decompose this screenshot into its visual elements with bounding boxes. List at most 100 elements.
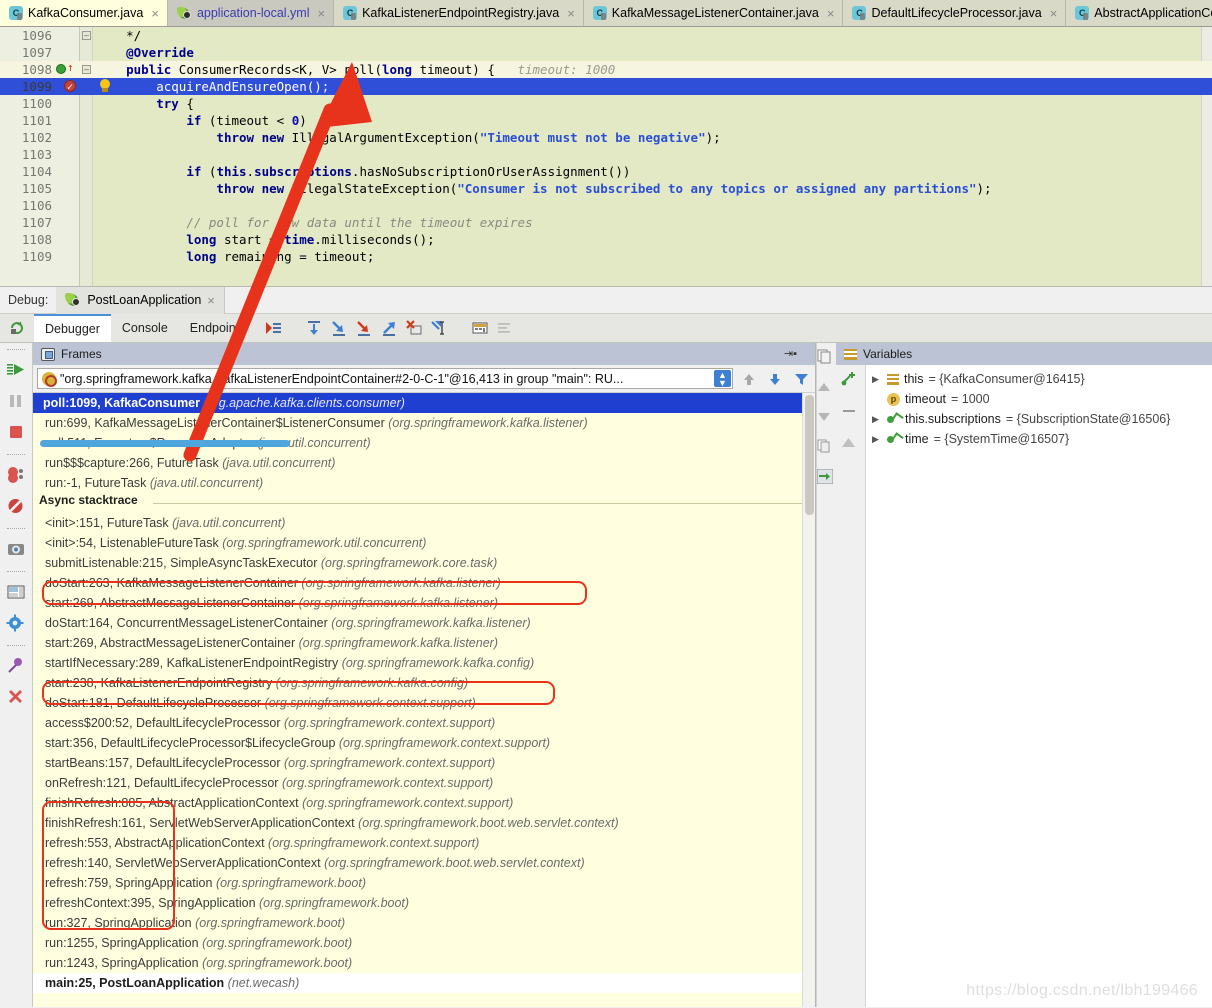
close-icon[interactable]: × xyxy=(207,293,215,308)
close-icon[interactable]: × xyxy=(318,7,326,20)
code-line[interactable]: 1108 long start = time.milliseconds(); xyxy=(0,231,1212,248)
frame-row[interactable]: poll:1099, KafkaConsumer (org.apache.kaf… xyxy=(33,393,815,413)
frame-row[interactable]: start:269, AbstractMessageListenerContai… xyxy=(33,633,815,653)
copy-icon[interactable] xyxy=(817,439,837,459)
frame-row[interactable]: doStart:164, ConcurrentMessageListenerCo… xyxy=(33,613,815,633)
rerun-button[interactable] xyxy=(0,314,34,342)
code-line[interactable]: 1106 xyxy=(0,197,1212,214)
code-line[interactable]: 1109 long remaining = timeout; xyxy=(0,248,1212,265)
arrow-down-icon[interactable] xyxy=(765,369,785,389)
mute-breakpoints-icon[interactable] xyxy=(6,497,26,517)
updown-arrows-icon[interactable]: ▲ ▼ xyxy=(714,370,731,387)
frame-row[interactable]: main:25, PostLoanApplication (net.wecash… xyxy=(33,973,815,993)
breakpoint-icon[interactable] xyxy=(64,79,76,96)
frame-row[interactable]: startBeans:157, DefaultLifecycleProcesso… xyxy=(33,753,815,773)
frame-row[interactable]: access$200:52, DefaultLifecycleProcessor… xyxy=(33,713,815,733)
add-watch-icon[interactable] xyxy=(841,371,861,391)
editor-tab-defaultlifecycleprocessor[interactable]: C DefaultLifecycleProcessor.java × xyxy=(843,0,1067,26)
pin-icon[interactable]: ⇥▪ xyxy=(784,347,797,360)
resume-program-icon[interactable] xyxy=(6,361,26,381)
tab-console[interactable]: Console xyxy=(110,314,179,342)
view-breakpoints-icon[interactable] xyxy=(6,466,26,486)
thread-selector[interactable]: "org.springframework.kafka.KafkaListener… xyxy=(37,368,733,389)
frame-row[interactable]: run:-1, FutureTask (java.util.concurrent… xyxy=(33,473,815,493)
pin-tab-icon[interactable] xyxy=(6,657,26,677)
close-icon[interactable] xyxy=(6,688,26,708)
scroll-up-icon[interactable] xyxy=(817,379,837,399)
mute-breakpoints-icon[interactable] xyxy=(496,319,514,337)
camera-snapshot-icon[interactable] xyxy=(6,540,26,560)
frame-row[interactable]: start:356, DefaultLifecycleProcessor$Lif… xyxy=(33,733,815,753)
pause-program-icon[interactable] xyxy=(6,392,26,412)
scroll-down-icon[interactable] xyxy=(817,409,837,429)
code-line[interactable]: 1101 if (timeout < 0) xyxy=(0,112,1212,129)
frame-row[interactable]: <init>:151, FutureTask (java.util.concur… xyxy=(33,513,815,533)
force-step-into-icon[interactable] xyxy=(355,319,373,337)
frame-row[interactable]: run$$$capture:266, FutureTask (java.util… xyxy=(33,453,815,473)
run-to-cursor-icon[interactable] xyxy=(430,319,448,337)
export-thread-dump-icon[interactable] xyxy=(816,468,837,489)
debug-session-name: PostLoanApplication xyxy=(87,293,202,307)
close-icon[interactable]: × xyxy=(827,7,835,20)
editor-tab-kafkaconsumer[interactable]: C KafkaConsumer.java × xyxy=(0,0,168,26)
variable-row[interactable]: ▶ this.subscriptions = {SubscriptionState@… xyxy=(866,409,1212,429)
remove-watch-icon[interactable] xyxy=(841,403,861,423)
frame-row[interactable]: <init>:54, ListenableFutureTask (org.spr… xyxy=(33,533,815,553)
code-line[interactable]: 1097 @Override xyxy=(0,44,1212,61)
frame-row[interactable]: startIfNecessary:289, KafkaListenerEndpo… xyxy=(33,653,815,673)
code-line[interactable]: 1099 acquireAndEnsureOpen(); xyxy=(0,78,1212,96)
filter-icon[interactable] xyxy=(791,369,811,389)
frames-side-toolbar xyxy=(816,343,836,1007)
frames-scrollbar[interactable] xyxy=(802,393,815,1007)
stop-icon[interactable] xyxy=(6,423,26,443)
code-line[interactable]: 1100 try { xyxy=(0,95,1212,112)
tab-debugger[interactable]: Debugger xyxy=(34,314,111,342)
frame-row[interactable]: run:699, KafkaMessageListenerContainer$L… xyxy=(33,413,815,433)
code-line[interactable]: 1105 throw new IllegalStateException("Co… xyxy=(0,180,1212,197)
code-line[interactable]: 1103 xyxy=(0,146,1212,163)
variable-row[interactable]: p timeout = 1000 xyxy=(866,389,1212,409)
up-icon[interactable] xyxy=(841,435,861,455)
step-over-icon[interactable] xyxy=(305,319,323,337)
scrollbar-thumb[interactable] xyxy=(805,395,814,515)
arrow-up-icon[interactable] xyxy=(739,369,759,389)
step-out-icon[interactable] xyxy=(380,319,398,337)
close-icon[interactable]: × xyxy=(567,7,575,20)
expander-icon[interactable]: ▶ xyxy=(872,429,882,449)
copy-stack-icon[interactable] xyxy=(817,349,837,369)
code-line[interactable]: 1098 ↑ – public ConsumerRecords<K, V> poll… xyxy=(0,61,1212,78)
variable-row[interactable]: ▶ time = {SystemTime@16507} xyxy=(866,429,1212,449)
close-icon[interactable]: × xyxy=(151,7,159,20)
frame-package: (org.springframework.kafka.listener) xyxy=(298,636,498,650)
code-line[interactable]: 1096 – */ xyxy=(0,27,1212,44)
close-icon[interactable]: × xyxy=(1050,7,1058,20)
settings-gear-icon[interactable] xyxy=(6,614,26,634)
variables-list[interactable]: ▶ this = {KafkaConsumer@16415} p timeout = 10… xyxy=(866,365,1212,1007)
frame-row[interactable]: submitListenable:215, SimpleAsyncTaskExe… xyxy=(33,553,815,573)
code-line[interactable]: 1104 if (this.subscriptions.hasNoSubscri… xyxy=(0,163,1212,180)
expander-icon[interactable]: ▶ xyxy=(872,409,882,429)
variable-row[interactable]: ▶ this = {KafkaConsumer@16415} xyxy=(866,369,1212,389)
tab-endpoints[interactable]: Endpoints xyxy=(178,314,257,342)
code-editor[interactable]: 1096– */1097 @Override 1098 ↑ – public Cons… xyxy=(0,27,1212,286)
fold-marker-icon[interactable]: – xyxy=(82,31,91,40)
step-into-icon[interactable] xyxy=(330,319,348,337)
editor-tab-kafkamessagelistenercontainer[interactable]: C KafkaMessageListenerContainer.java × xyxy=(583,0,844,26)
editor-tab-application-local-yml[interactable]: application-local.yml × xyxy=(167,0,335,26)
show-execution-point-icon[interactable] xyxy=(264,319,282,337)
frame-row[interactable]: onRefresh:121, DefaultLifecycleProcessor… xyxy=(33,773,815,793)
evaluate-expression-icon[interactable] xyxy=(471,319,489,337)
frame-row[interactable]: run:1255, SpringApplication (org.springf… xyxy=(33,933,815,953)
expander-icon[interactable]: ▶ xyxy=(872,369,882,389)
frame-method: onRefresh:121, DefaultLifecycleProcessor xyxy=(45,776,282,790)
code-line[interactable]: 1107 // poll for new data until the time… xyxy=(0,214,1212,231)
code-line[interactable]: 1102 throw new IllegalArgumentException(… xyxy=(0,129,1212,146)
frame-row[interactable]: run:1243, SpringApplication (org.springf… xyxy=(33,953,815,973)
drop-frame-icon[interactable] xyxy=(405,319,423,337)
fold-marker-icon[interactable]: – xyxy=(82,65,91,74)
debug-session-tab[interactable]: PostLoanApplication × xyxy=(56,286,225,314)
run-to-here-icon[interactable] xyxy=(56,64,66,74)
layout-settings-icon[interactable] xyxy=(6,583,26,603)
editor-tab-abstractapplicationcontext[interactable]: C AbstractApplicationContext.java × xyxy=(1066,0,1212,26)
editor-tab-kafkalistenerendpointregistry[interactable]: C KafkaListenerEndpointRegistry.java × xyxy=(334,0,584,26)
